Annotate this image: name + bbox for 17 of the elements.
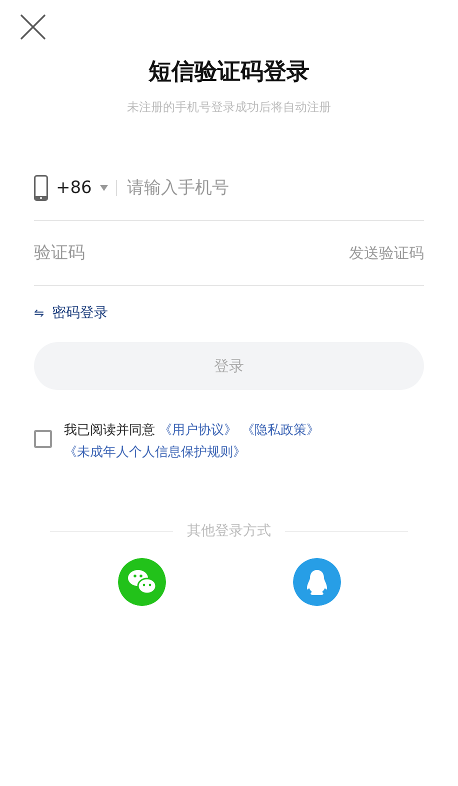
policy-link[interactable]: 《隐私政策》 (241, 423, 320, 438)
agreement-text: 我已阅读并同意 《用户协议》 《隐私政策》 《未成年人个人信息保护规则》 (64, 422, 320, 462)
wechat-icon[interactable] (118, 558, 166, 606)
subtitle: 未注册的手机号登录成功后将自动注册 (126, 99, 332, 116)
country-code[interactable]: +86 (56, 178, 92, 198)
agreement-checkbox[interactable] (34, 430, 52, 448)
password-login-link[interactable]: ⇋ 密码登录 (34, 304, 108, 322)
policy-link[interactable]: 《用户协议》 (159, 423, 238, 438)
close-icon[interactable] (20, 14, 46, 40)
other-login-label: 其他登录方式 (187, 522, 271, 540)
caret-icon[interactable] (100, 185, 108, 191)
phone-icon (34, 175, 48, 201)
penguin-icon[interactable] (292, 558, 340, 606)
code-input-field[interactable]: 验证码 (34, 243, 349, 263)
policy-link[interactable]: 《未成年人个人信息保护规则》 (64, 445, 246, 460)
phone-input-field[interactable]: 请输入手机号 (126, 178, 424, 198)
page-title: 短信验证码登录 (147, 58, 310, 87)
